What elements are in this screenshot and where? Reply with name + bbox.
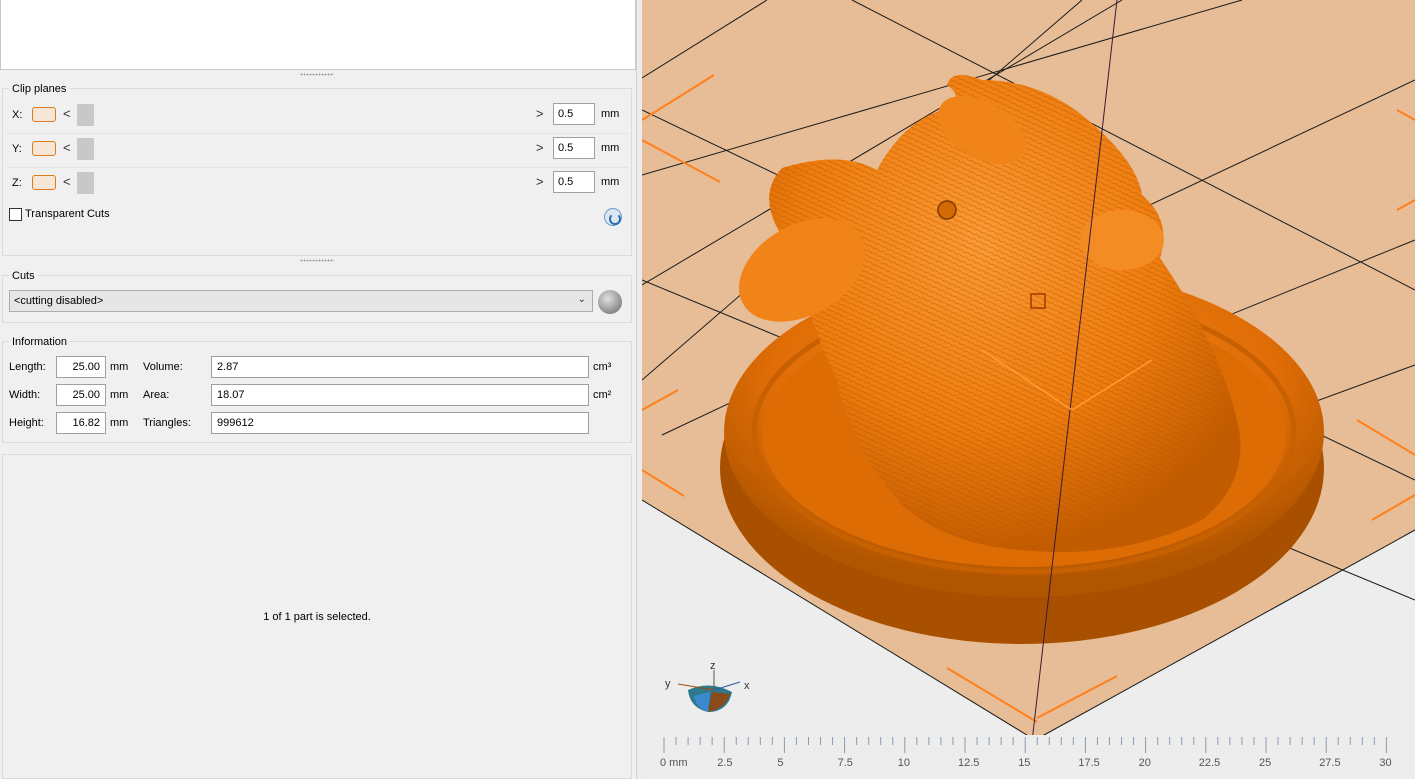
clip-z-decrease-arrow[interactable]: < bbox=[63, 174, 71, 189]
cuts-select-value: <cutting disabled> bbox=[14, 295, 104, 307]
width-unit: mm bbox=[110, 389, 129, 401]
clip-y-slider-thumb[interactable] bbox=[77, 138, 94, 160]
length-unit: mm bbox=[110, 361, 129, 373]
axis-indicator bbox=[677, 670, 741, 712]
clip-planes-group: Clip planes X: < > mm Y: < > mm Z: < bbox=[2, 83, 633, 256]
axis-z-label: z bbox=[710, 660, 716, 672]
clip-z-slider-thumb[interactable] bbox=[77, 172, 94, 194]
cuts-select[interactable]: <cutting disabled> ⌄ bbox=[9, 290, 593, 312]
axis-y-label: y bbox=[665, 678, 671, 690]
width-label: Width: bbox=[9, 389, 41, 401]
clip-z-increase-arrow[interactable]: > bbox=[536, 174, 544, 189]
clip-y-toggle[interactable] bbox=[32, 141, 56, 156]
volume-field[interactable] bbox=[211, 356, 589, 378]
clip-x-label: X: bbox=[12, 109, 23, 121]
clip-x-slider[interactable] bbox=[77, 104, 531, 126]
volume-unit: cm³ bbox=[593, 361, 612, 373]
ruler-tick-label: 30 bbox=[1379, 757, 1392, 769]
clip-row-y: Y: < > mm bbox=[3, 136, 633, 168]
clip-y-decrease-arrow[interactable]: < bbox=[63, 140, 71, 155]
width-field[interactable] bbox=[56, 384, 106, 406]
clip-y-label: Y: bbox=[12, 143, 22, 155]
height-unit: mm bbox=[110, 417, 129, 429]
height-field[interactable] bbox=[56, 412, 106, 434]
selection-status: 1 of 1 part is selected. bbox=[263, 611, 371, 623]
ruler-tick-label: 17.5 bbox=[1078, 757, 1100, 769]
splitter-grip-top[interactable] bbox=[300, 73, 334, 76]
transparent-cuts-label[interactable]: Transparent Cuts bbox=[25, 208, 110, 220]
clip-y-unit: mm bbox=[601, 142, 620, 154]
parts-list[interactable] bbox=[0, 0, 636, 70]
ruler-tick-label: 2.5 bbox=[717, 757, 733, 769]
clip-planes-title: Clip planes bbox=[9, 83, 70, 95]
clip-z-toggle[interactable] bbox=[32, 175, 56, 190]
chevron-down-icon: ⌄ bbox=[577, 294, 586, 305]
length-field[interactable] bbox=[56, 356, 106, 378]
clip-z-unit: mm bbox=[601, 176, 620, 188]
clip-x-unit: mm bbox=[601, 108, 620, 120]
ruler-tick-label: 20 bbox=[1138, 757, 1151, 769]
clip-z-slider[interactable] bbox=[77, 172, 531, 194]
area-field[interactable] bbox=[211, 384, 589, 406]
clip-y-increase-arrow[interactable]: > bbox=[536, 140, 544, 155]
triangles-label: Triangles: bbox=[143, 417, 191, 429]
area-label: Area: bbox=[143, 389, 170, 401]
clip-x-value-input[interactable] bbox=[553, 103, 595, 125]
ruler-tick-label: 25 bbox=[1259, 757, 1272, 769]
clip-y-value-input[interactable] bbox=[553, 137, 595, 159]
ruler-tick-label: 5 bbox=[777, 757, 784, 769]
ruler-ticks bbox=[663, 737, 1387, 753]
cut-tool-icon[interactable] bbox=[598, 290, 622, 314]
left-panel: Clip planes X: < > mm Y: < > mm Z: < bbox=[0, 0, 640, 779]
clip-row-x: X: < > mm bbox=[3, 102, 633, 134]
ruler-tick-label: 0 mm bbox=[660, 757, 688, 769]
model-eye bbox=[937, 200, 957, 220]
clip-z-value-input[interactable] bbox=[553, 171, 595, 193]
ruler-tick-label: 7.5 bbox=[837, 757, 853, 769]
clip-y-slider[interactable] bbox=[77, 138, 531, 160]
ruler-tick-label: 27.5 bbox=[1319, 757, 1341, 769]
information-title: Information bbox=[9, 336, 71, 348]
clip-x-slider-thumb[interactable] bbox=[77, 104, 94, 126]
area-unit: cm² bbox=[593, 389, 612, 401]
selection-panel: 1 of 1 part is selected. bbox=[2, 454, 632, 779]
reset-clip-icon[interactable] bbox=[604, 208, 622, 226]
height-label: Height: bbox=[9, 417, 44, 429]
triangles-field[interactable] bbox=[211, 412, 589, 434]
splitter-grip-middle[interactable] bbox=[300, 259, 334, 262]
ruler-tick-label: 12.5 bbox=[958, 757, 980, 769]
transparent-cuts-checkbox[interactable] bbox=[9, 208, 22, 221]
scene: z y x bbox=[642, 0, 1415, 743]
volume-label: Volume: bbox=[143, 361, 183, 373]
axis-x-label: x bbox=[744, 680, 750, 692]
ruler-tick-label: 15 bbox=[1018, 757, 1031, 769]
model-top-ear bbox=[1080, 210, 1164, 270]
clip-z-label: Z: bbox=[12, 177, 22, 189]
ruler-tick-label: 10 bbox=[897, 757, 911, 769]
length-label: Length: bbox=[9, 361, 46, 373]
clip-x-decrease-arrow[interactable]: < bbox=[63, 106, 71, 121]
ruler-tick-label: 22.5 bbox=[1198, 757, 1221, 769]
clip-row-z: Z: < > mm bbox=[3, 170, 633, 200]
3d-viewport[interactable]: z y x 0 mm 2.5 5 7.5 10 12.5 15 17.5 20 22.5 25 27.… bbox=[642, 0, 1415, 779]
cuts-title: Cuts bbox=[9, 270, 38, 282]
clip-x-increase-arrow[interactable]: > bbox=[536, 106, 544, 121]
ruler: 0 mm 2.5 5 7.5 10 12.5 15 17.5 20 22.5 25 27.5 30 bbox=[646, 735, 1415, 779]
clip-x-toggle[interactable] bbox=[32, 107, 56, 122]
